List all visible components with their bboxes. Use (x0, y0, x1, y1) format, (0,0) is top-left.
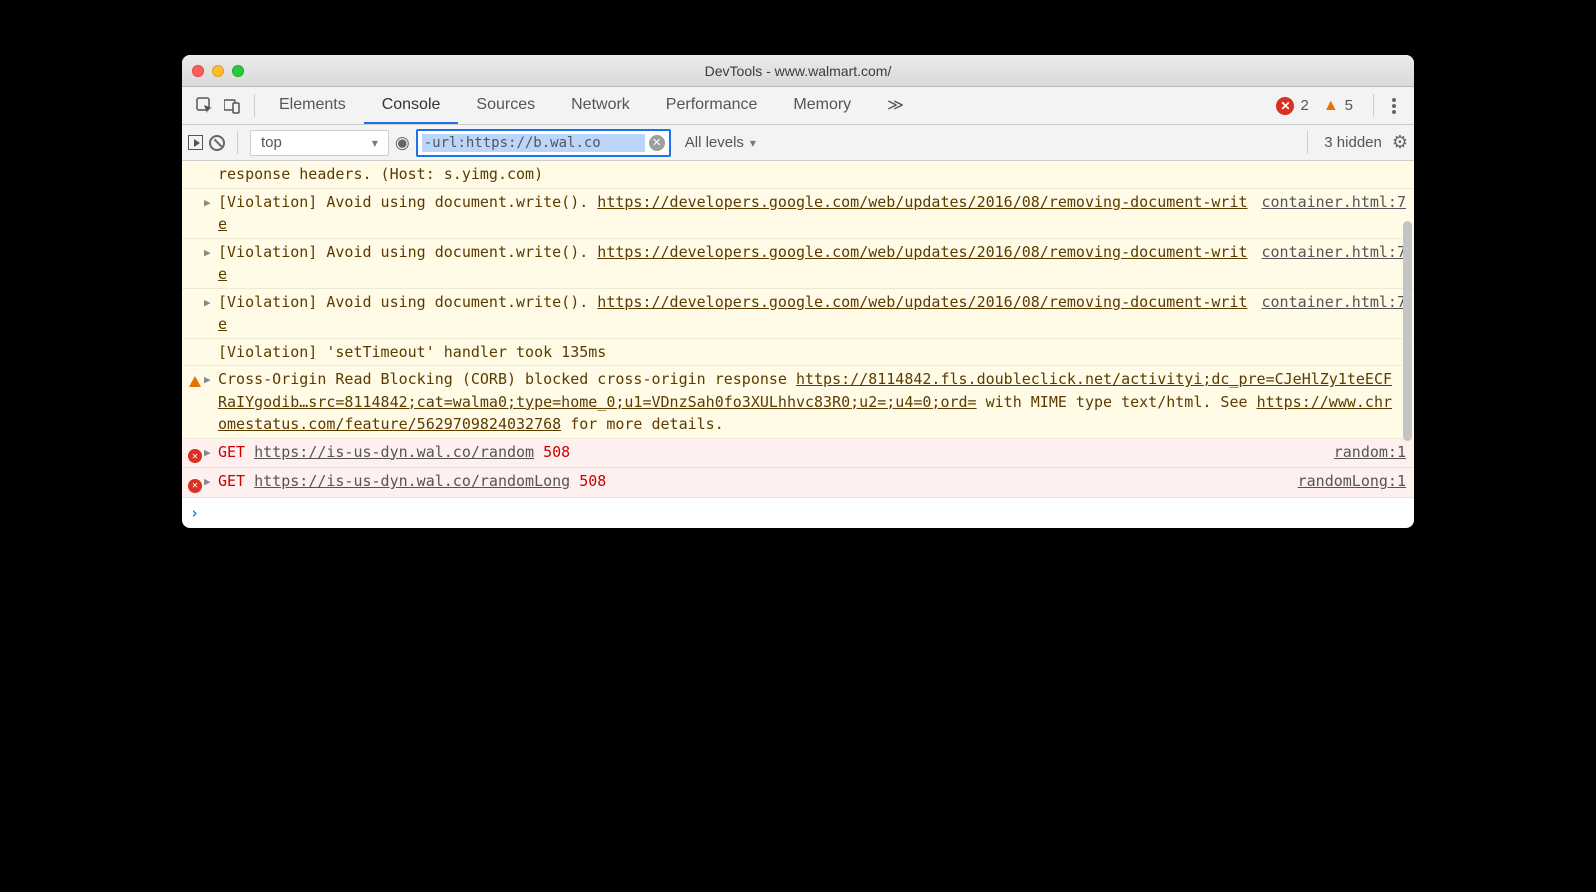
error-icon: ✕ (186, 470, 204, 495)
error-icon: ✕ (186, 441, 204, 466)
tab-memory[interactable]: Memory (775, 87, 869, 124)
expand-icon[interactable]: ▶ (204, 191, 218, 212)
message-text: Cross-Origin Read Blocking (CORB) blocke… (218, 368, 1406, 436)
gear-icon[interactable] (1392, 132, 1408, 153)
scrollbar[interactable] (1403, 221, 1412, 441)
tab-sources[interactable]: Sources (458, 87, 553, 124)
console-row: ▶ [Violation] Avoid using document.write… (182, 189, 1414, 239)
sidebar-toggle-icon[interactable] (188, 135, 203, 150)
filter-input[interactable]: -url:https://b.wal.co ✕ (416, 129, 671, 157)
console-row: ✕ ▶ GET https://is-us-dyn.wal.co/randomL… (182, 468, 1414, 498)
minimize-button[interactable] (212, 65, 224, 77)
levels-label: All levels (685, 134, 744, 151)
tab-list: Elements Console Sources Network Perform… (261, 87, 922, 124)
traffic-lights (192, 65, 244, 77)
tabs-overflow[interactable]: ≫ (869, 87, 922, 124)
tab-network[interactable]: Network (553, 87, 648, 124)
filter-value: -url:https://b.wal.co (422, 134, 645, 152)
context-value: top (261, 134, 282, 151)
clear-console-icon[interactable] (209, 135, 225, 151)
message-text: [Violation] Avoid using document.write()… (218, 191, 1262, 236)
console-row: ▶ [Violation] Avoid using document.write… (182, 289, 1414, 339)
maximize-button[interactable] (232, 65, 244, 77)
console-messages: response headers. (Host: s.yimg.com) ▶ [… (182, 161, 1414, 528)
request-url[interactable]: https://is-us-dyn.wal.co/randomLong (254, 472, 570, 490)
warning-count-icon[interactable]: ▲ (1323, 97, 1339, 115)
message-text: [Violation] 'setTimeout' handler took 13… (218, 341, 1406, 364)
tab-performance[interactable]: Performance (648, 87, 776, 124)
tab-elements[interactable]: Elements (261, 87, 364, 124)
console-prompt[interactable]: › (182, 498, 1414, 529)
error-count: 2 (1300, 97, 1308, 114)
source-link[interactable]: container.html:7 (1262, 241, 1407, 264)
clear-filter-icon[interactable]: ✕ (649, 135, 665, 151)
source-link[interactable]: container.html:7 (1262, 191, 1407, 214)
request-url[interactable]: https://is-us-dyn.wal.co/random (254, 443, 534, 461)
titlebar: DevTools - www.walmart.com/ (182, 55, 1414, 87)
hidden-count[interactable]: 3 hidden (1324, 134, 1382, 151)
console-row: ▶ [Violation] Avoid using document.write… (182, 239, 1414, 289)
expand-icon[interactable]: ▶ (204, 291, 218, 312)
tab-console[interactable]: Console (364, 87, 459, 124)
inspect-icon[interactable] (196, 97, 214, 115)
source-link[interactable]: container.html:7 (1262, 291, 1407, 314)
source-link[interactable]: randomLong:1 (1298, 470, 1406, 493)
source-link[interactable]: random:1 (1334, 441, 1406, 464)
message-text: GET https://is-us-dyn.wal.co/randomLong … (218, 470, 1298, 493)
window-title: DevTools - www.walmart.com/ (182, 63, 1414, 79)
warning-icon (186, 368, 204, 393)
chevron-down-icon (372, 134, 378, 151)
console-row: ▶ Cross-Origin Read Blocking (CORB) bloc… (182, 366, 1414, 439)
expand-icon[interactable]: ▶ (204, 368, 218, 389)
message-text: response headers. (Host: s.yimg.com) (218, 163, 1406, 186)
console-row: [Violation] 'setTimeout' handler took 13… (182, 339, 1414, 367)
settings-menu-icon[interactable] (1386, 98, 1402, 114)
message-text: [Violation] Avoid using document.write()… (218, 241, 1262, 286)
prompt-icon: › (190, 502, 207, 525)
panel-tabs: Elements Console Sources Network Perform… (182, 87, 1414, 125)
expand-icon[interactable]: ▶ (204, 241, 218, 262)
message-text: GET https://is-us-dyn.wal.co/random 508 (218, 441, 1334, 464)
expand-icon[interactable]: ▶ (204, 470, 218, 491)
warning-count: 5 (1345, 97, 1353, 114)
console-row: response headers. (Host: s.yimg.com) (182, 161, 1414, 189)
log-levels-selector[interactable]: All levels (685, 134, 756, 151)
message-text: [Violation] Avoid using document.write()… (218, 291, 1262, 336)
console-row: ✕ ▶ GET https://is-us-dyn.wal.co/random … (182, 439, 1414, 469)
devtools-window: DevTools - www.walmart.com/ Elements Con… (182, 55, 1414, 528)
chevron-down-icon (750, 134, 756, 151)
close-button[interactable] (192, 65, 204, 77)
console-toolbar: top -url:https://b.wal.co ✕ All levels 3… (182, 125, 1414, 161)
device-toggle-icon[interactable] (224, 98, 240, 114)
context-selector[interactable]: top (250, 130, 389, 156)
expand-icon[interactable]: ▶ (204, 441, 218, 462)
live-expression-icon[interactable] (395, 133, 410, 153)
error-count-icon[interactable]: ✕ (1276, 97, 1294, 115)
